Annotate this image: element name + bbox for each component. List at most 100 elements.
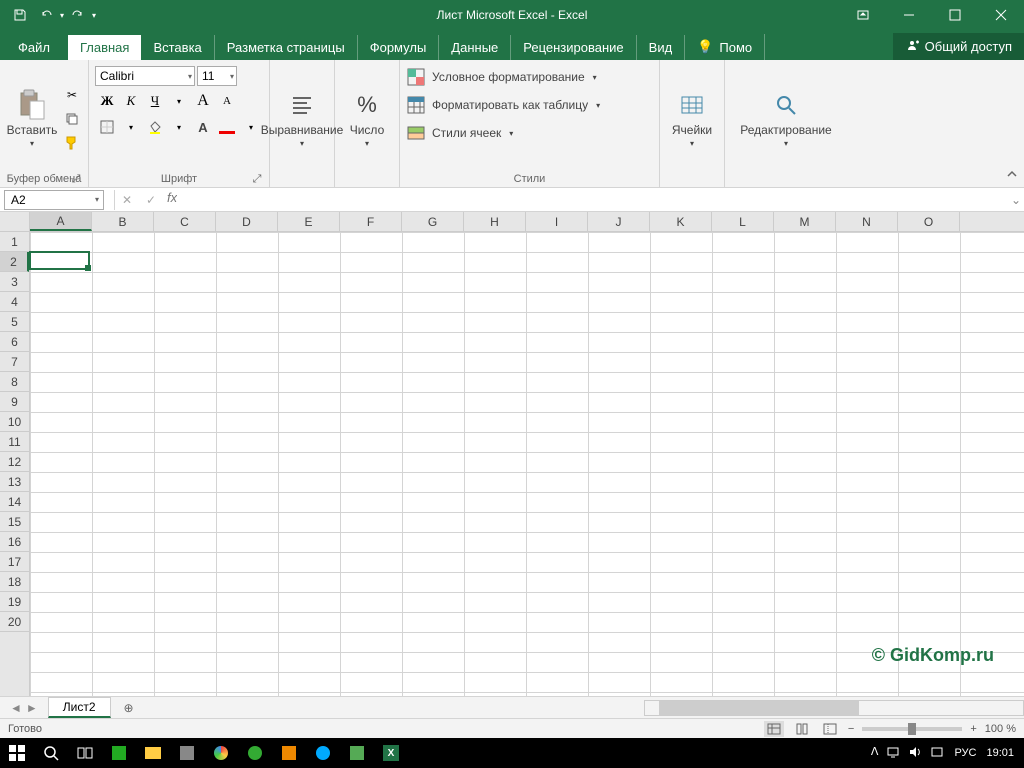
expand-formula-bar-button[interactable]: ⌄ bbox=[1008, 193, 1024, 207]
tray-chevron-icon[interactable]: ᐱ bbox=[871, 745, 879, 762]
taskbar-app-icon[interactable] bbox=[272, 738, 306, 768]
grow-font-button[interactable]: А bbox=[191, 90, 215, 112]
zoom-level[interactable]: 100 % bbox=[985, 723, 1016, 735]
cancel-formula-button[interactable]: ✕ bbox=[115, 190, 139, 210]
row-header[interactable]: 11 bbox=[0, 432, 29, 452]
tab-insert[interactable]: Вставка bbox=[141, 35, 214, 60]
maximize-button[interactable] bbox=[932, 0, 978, 30]
row-header[interactable]: 12 bbox=[0, 452, 29, 472]
normal-view-button[interactable] bbox=[764, 721, 784, 737]
new-sheet-button[interactable]: ⊕ bbox=[119, 698, 139, 718]
skype-icon[interactable] bbox=[306, 738, 340, 768]
format-painter-button[interactable] bbox=[62, 133, 82, 153]
row-header[interactable]: 13 bbox=[0, 472, 29, 492]
redo-button[interactable] bbox=[66, 3, 90, 27]
column-header[interactable]: M bbox=[774, 212, 836, 231]
row-header[interactable]: 7 bbox=[0, 352, 29, 372]
volume-icon[interactable] bbox=[908, 745, 922, 762]
minimize-button[interactable] bbox=[886, 0, 932, 30]
cell-styles-button[interactable]: Стили ячеек▾ bbox=[406, 120, 608, 146]
row-header[interactable]: 4 bbox=[0, 292, 29, 312]
editing-button[interactable]: Редактирование ▾ bbox=[731, 64, 841, 173]
fill-color-button[interactable] bbox=[143, 116, 167, 138]
borders-dropdown[interactable]: ▾ bbox=[119, 116, 143, 138]
column-header[interactable]: G bbox=[402, 212, 464, 231]
qat-customize-icon[interactable]: ▾ bbox=[92, 11, 96, 20]
column-header[interactable]: L bbox=[712, 212, 774, 231]
close-button[interactable] bbox=[978, 0, 1024, 30]
underline-button[interactable]: Ч bbox=[143, 90, 167, 112]
underline-dropdown[interactable]: ▾ bbox=[167, 90, 191, 112]
row-header[interactable]: 3 bbox=[0, 272, 29, 292]
clock[interactable]: 19:01 bbox=[986, 747, 1014, 759]
conditional-formatting-button[interactable]: Условное форматирование▾ bbox=[406, 64, 608, 90]
row-header[interactable]: 20 bbox=[0, 612, 29, 632]
tell-me-button[interactable]: 💡 Помо bbox=[685, 34, 765, 60]
column-header[interactable]: N bbox=[836, 212, 898, 231]
share-button[interactable]: Общий доступ bbox=[893, 33, 1024, 60]
fx-button[interactable]: fx bbox=[167, 190, 177, 210]
italic-button[interactable]: К bbox=[119, 90, 143, 112]
bold-button[interactable]: Ж bbox=[95, 90, 119, 112]
row-header[interactable]: 14 bbox=[0, 492, 29, 512]
taskbar-app-icon[interactable] bbox=[102, 738, 136, 768]
column-header[interactable]: O bbox=[898, 212, 960, 231]
excel-taskbar-icon[interactable]: X bbox=[374, 738, 408, 768]
row-header[interactable]: 9 bbox=[0, 392, 29, 412]
row-header[interactable]: 6 bbox=[0, 332, 29, 352]
column-header[interactable]: B bbox=[92, 212, 154, 231]
name-box[interactable]: A2▾ bbox=[4, 190, 104, 210]
undo-button[interactable] bbox=[34, 3, 58, 27]
ribbon-display-button[interactable] bbox=[840, 0, 886, 30]
collapse-ribbon-button[interactable] bbox=[1006, 168, 1018, 183]
column-header[interactable]: C bbox=[154, 212, 216, 231]
cells-area[interactable]: © GidKomp.ru bbox=[30, 232, 1024, 696]
tab-formulas[interactable]: Формулы bbox=[358, 35, 440, 60]
network-icon[interactable] bbox=[886, 745, 900, 762]
row-header[interactable]: 17 bbox=[0, 552, 29, 572]
start-button[interactable] bbox=[0, 738, 34, 768]
font-color-dropdown[interactable]: ▾ bbox=[239, 116, 263, 138]
shrink-font-button[interactable]: А bbox=[215, 90, 239, 112]
fill-color-dropdown[interactable]: ▾ bbox=[167, 116, 191, 138]
tab-view[interactable]: Вид bbox=[637, 35, 686, 60]
borders-button[interactable] bbox=[95, 116, 119, 138]
column-header[interactable]: F bbox=[340, 212, 402, 231]
sheet-tab[interactable]: Лист2 bbox=[48, 697, 111, 718]
tab-file[interactable]: Файл bbox=[0, 35, 68, 60]
column-header[interactable]: I bbox=[526, 212, 588, 231]
row-header[interactable]: 15 bbox=[0, 512, 29, 532]
row-header[interactable]: 16 bbox=[0, 532, 29, 552]
row-header[interactable]: 10 bbox=[0, 412, 29, 432]
column-header[interactable]: H bbox=[464, 212, 526, 231]
column-header[interactable]: J bbox=[588, 212, 650, 231]
language-indicator[interactable]: РУС bbox=[954, 747, 976, 759]
cells-button[interactable]: Ячейки ▾ bbox=[666, 64, 718, 173]
column-header[interactable]: A bbox=[30, 212, 92, 231]
tab-home[interactable]: Главная bbox=[68, 35, 141, 60]
horizontal-scrollbar[interactable] bbox=[644, 700, 1024, 716]
notifications-icon[interactable] bbox=[930, 745, 944, 762]
font-color-button[interactable]: А bbox=[191, 116, 215, 138]
column-header[interactable]: E bbox=[278, 212, 340, 231]
alignment-button[interactable]: Выравнивание ▾ bbox=[276, 64, 328, 173]
font-size-select[interactable]: 11▾ bbox=[197, 66, 237, 86]
zoom-out-button[interactable]: − bbox=[848, 723, 854, 735]
search-button[interactable] bbox=[34, 738, 68, 768]
task-view-button[interactable] bbox=[68, 738, 102, 768]
undo-dropdown-icon[interactable]: ▾ bbox=[60, 11, 64, 20]
font-launcher-icon[interactable]: ⤢ bbox=[251, 173, 263, 185]
zoom-slider[interactable] bbox=[862, 727, 962, 731]
taskbar-app-icon[interactable] bbox=[238, 738, 272, 768]
zoom-in-button[interactable]: + bbox=[970, 723, 976, 735]
row-header[interactable]: 8 bbox=[0, 372, 29, 392]
select-all-button[interactable] bbox=[0, 212, 30, 231]
tab-data[interactable]: Данные bbox=[439, 35, 511, 60]
number-button[interactable]: % Число ▾ bbox=[341, 64, 393, 173]
cut-button[interactable]: ✂ bbox=[62, 85, 82, 105]
taskbar-app-icon[interactable] bbox=[340, 738, 374, 768]
clipboard-launcher-icon[interactable]: ⤢ bbox=[70, 173, 82, 185]
formula-input[interactable] bbox=[177, 190, 1008, 210]
row-header[interactable]: 18 bbox=[0, 572, 29, 592]
page-break-view-button[interactable] bbox=[820, 721, 840, 737]
